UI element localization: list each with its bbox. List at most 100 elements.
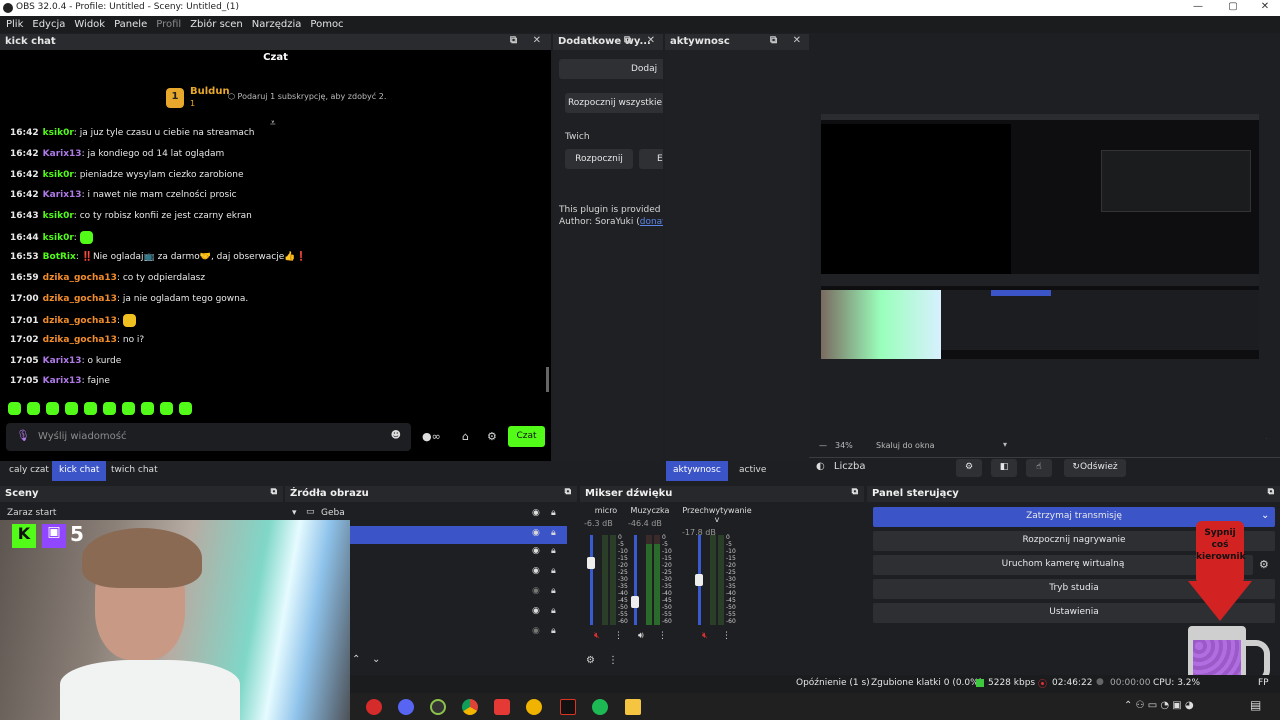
selected-source-row[interactable]: ◉ 🔒︎ (350, 526, 567, 544)
leaderboard-name[interactable]: Buldun (190, 86, 230, 97)
menu-pomoc[interactable]: Pomoc (310, 19, 343, 30)
volume-slider-knob[interactable] (695, 574, 703, 586)
microphone-icon[interactable]: 🎙 (16, 429, 30, 442)
menu-edycja[interactable]: Edycja (32, 19, 65, 30)
add-output-button[interactable]: Dodaj (559, 59, 663, 79)
taskbar-app-icon[interactable] (366, 699, 382, 715)
start-all-button[interactable]: Rozpocznij wszystkie (565, 93, 663, 113)
emoji-icon[interactable]: ☻ (391, 430, 401, 441)
muted-speaker-icon[interactable]: 🔇︎ (594, 631, 600, 641)
stream-options-chevron-icon[interactable]: ⌄ (1261, 510, 1269, 521)
visibility-eye-icon[interactable]: ◉ (532, 528, 540, 538)
dock-menu-icon[interactable]: ⧉ (1268, 487, 1274, 497)
visibility-eye-icon[interactable]: ◉ (532, 626, 540, 636)
message-username[interactable]: Karix13 (43, 149, 82, 159)
collapse-arrow-icon[interactable]: ▾ (292, 508, 297, 518)
taskbar-app-icon[interactable] (494, 699, 510, 715)
preview-area[interactable]: ⚙ — 34% Skaluj do okna ▾ (811, 34, 1280, 454)
chrome-icon[interactable] (462, 699, 478, 715)
spotify-icon[interactable] (592, 699, 608, 715)
virtual-camera-settings-icon[interactable]: ⚙ (1259, 558, 1269, 571)
close-button[interactable]: ✕ (1250, 1, 1280, 12)
discord-icon[interactable] (398, 699, 414, 715)
chat-scrollbar[interactable] (546, 367, 549, 392)
message-username[interactable]: BotRix (43, 252, 76, 262)
message-username[interactable]: dzika_gocha13 (43, 273, 117, 283)
refresh-button[interactable]: ↻Odśwież (1064, 459, 1126, 477)
taskbar-app-icon[interactable] (560, 699, 576, 715)
message-username[interactable]: ksik0r (43, 128, 74, 138)
dock-float-close-icons[interactable]: ⧉ ✕ (770, 35, 807, 46)
tab-twich-chat[interactable]: twich chat (104, 461, 165, 481)
emote-icon[interactable] (141, 402, 154, 415)
volume-slider-knob[interactable] (631, 596, 639, 608)
message-username[interactable]: dzika_gocha13 (43, 316, 117, 326)
volume-slider-track[interactable] (590, 535, 593, 625)
preview-canvas[interactable] (821, 114, 1259, 359)
visibility-eye-icon[interactable]: ◉ (532, 546, 540, 556)
visibility-eye-icon[interactable]: ◉ (532, 606, 540, 616)
dock-float-close-icons[interactable]: ⧉ ✕ (624, 35, 661, 46)
maximize-button[interactable]: ▢ (1218, 1, 1248, 12)
tray-icons[interactable]: ⌃ ⚇ ▭ ◔ ▣ ◕ (1124, 700, 1194, 711)
speaker-icon[interactable]: 🔊︎ (638, 631, 644, 641)
visibility-eye-icon[interactable]: ◉ (532, 566, 540, 576)
channel-menu-icon[interactable]: ⋮ (614, 631, 623, 641)
chat-input[interactable]: 🎙 Wyślij wiadomość ☻ (6, 423, 411, 451)
menu-narzedzia[interactable]: Narzędzia (252, 19, 302, 30)
lock-icon[interactable]: 🔒︎ (551, 626, 556, 636)
visibility-eye-icon[interactable]: ◉ (532, 508, 540, 518)
menu-zbior-scen[interactable]: Zbiór scen (190, 19, 243, 30)
emote-icon[interactable] (84, 402, 97, 415)
scale-mode[interactable]: Skaluj do okna (876, 441, 935, 450)
emote-icon[interactable] (179, 402, 192, 415)
lock-icon[interactable]: 🔒︎ (551, 508, 556, 518)
mixer-menu-icon[interactable]: ⋮ (608, 655, 618, 666)
send-chat-button[interactable]: Czat (508, 426, 545, 447)
move-up-icon[interactable]: ⌃ (352, 654, 360, 665)
message-username[interactable]: ksik0r (43, 211, 74, 221)
donate-link[interactable]: donate (640, 217, 663, 227)
taskbar-app-icon[interactable] (430, 699, 446, 715)
tab-caly-czat[interactable]: caly czat (2, 461, 56, 481)
emote-icon[interactable] (103, 402, 116, 415)
message-username[interactable]: ksik0r (43, 170, 74, 180)
volume-slider-knob[interactable] (587, 557, 595, 569)
start-twich-button[interactable]: Rozpocznij (565, 149, 633, 169)
menu-profil[interactable]: Profil (156, 19, 181, 30)
visibility-eye-icon[interactable]: ◉ (532, 586, 540, 596)
channel-menu-icon[interactable]: ⋮ (658, 631, 667, 641)
dock-menu-icon[interactable]: ⧉ (852, 487, 858, 497)
dock-menu-icon[interactable]: ⧉ (271, 487, 277, 497)
emote-icon[interactable] (27, 402, 40, 415)
file-explorer-icon[interactable] (625, 699, 641, 715)
settings-gear-icon[interactable]: ⚙ (487, 430, 497, 443)
infinity-icon[interactable]: ●∞ (422, 430, 441, 443)
dock-menu-icon[interactable]: ⧉ (565, 487, 571, 497)
message-username[interactable]: dzika_gocha13 (43, 294, 117, 304)
menu-plik[interactable]: Plik (6, 19, 23, 30)
lock-icon[interactable]: 🔒︎ (551, 566, 556, 576)
zoom-level[interactable]: 34% (835, 441, 853, 450)
volume-slider-track[interactable] (634, 535, 637, 625)
emote-icon[interactable] (8, 402, 21, 415)
channel-menu-icon[interactable]: ⋮ (722, 631, 731, 641)
menu-panele[interactable]: Panele (114, 19, 147, 30)
message-username[interactable]: dzika_gocha13 (43, 335, 117, 345)
emote-icon[interactable] (65, 402, 78, 415)
menu-widok[interactable]: Widok (74, 19, 105, 30)
pin-collapse-icon[interactable]: ⩡ (270, 118, 276, 129)
liczba-toggle[interactable]: ◐ Liczba (816, 461, 865, 472)
notifications-icon[interactable]: ▤ (1250, 698, 1261, 712)
taskbar-app-icon[interactable] (526, 699, 542, 715)
muted-speaker-icon[interactable]: 🔇︎ (702, 631, 708, 641)
lock-icon[interactable]: 🔒︎ (551, 528, 556, 538)
emote-icon[interactable] (122, 402, 135, 415)
store-icon[interactable]: ⌂ (462, 430, 469, 443)
lock-icon[interactable]: 🔒︎ (551, 586, 556, 596)
minimize-button[interactable]: — (1183, 1, 1213, 12)
edit-twich-button[interactable]: E (639, 149, 663, 169)
pointer-icon[interactable]: ☝ (1026, 459, 1052, 477)
tab-kick-chat[interactable]: kick chat (52, 461, 107, 481)
scene-item[interactable]: Zaraz start (7, 508, 56, 518)
